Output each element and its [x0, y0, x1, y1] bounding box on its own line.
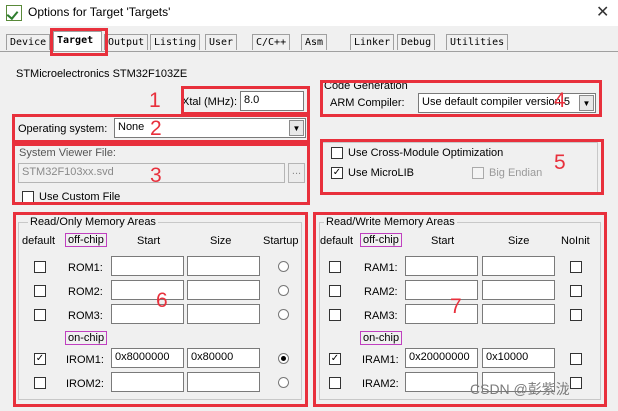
annotation-box-xtal [181, 86, 310, 115]
tab-device[interactable]: Device [6, 34, 51, 50]
tab-listing[interactable]: Listing [150, 34, 201, 50]
annotation-number-6: 6 [156, 289, 168, 312]
tab-linker[interactable]: Linker [350, 34, 395, 50]
device-name: STMicroelectronics STM32F103ZE [16, 68, 188, 80]
tab-debug[interactable]: Debug [397, 34, 436, 50]
tab-cpp[interactable]: C/C++ [252, 34, 291, 50]
tab-asm[interactable]: Asm [301, 34, 328, 50]
close-icon[interactable]: ✕ [596, 2, 609, 22]
annotation-number-4: 4 [554, 89, 566, 112]
tab-user[interactable]: User [205, 34, 238, 50]
annotation-number-7: 7 [450, 295, 462, 318]
keil-app-icon [6, 5, 22, 21]
annotation-number-5: 5 [554, 151, 566, 174]
watermark: CSDN @彭紫泷 [470, 381, 570, 397]
tab-output[interactable]: Output [104, 34, 149, 50]
annotation-number-1: 1 [149, 89, 161, 112]
tab-strip: Device Target Output Listing User C/C++ … [0, 28, 618, 52]
annotation-number-2: 2 [150, 117, 162, 140]
tab-target[interactable]: Target [53, 31, 102, 51]
window-title: Options for Target 'Targets' [28, 5, 171, 19]
tab-utilities[interactable]: Utilities [446, 34, 509, 50]
annotation-number-3: 3 [150, 164, 162, 187]
